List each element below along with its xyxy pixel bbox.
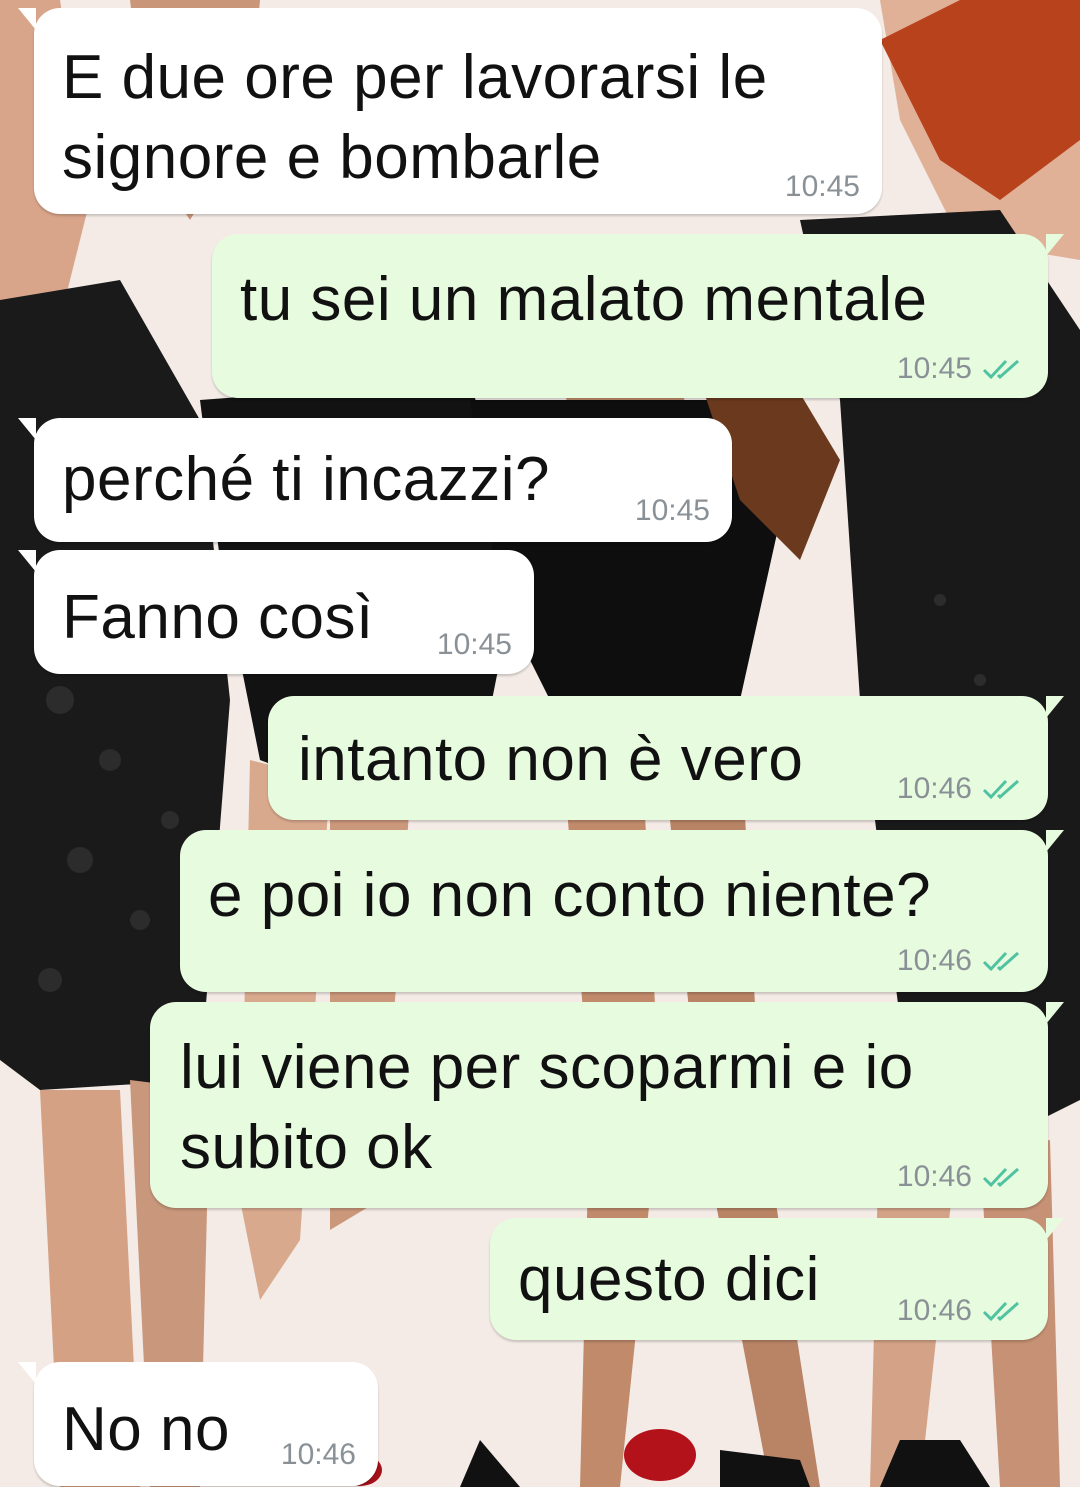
read-double-check-icon xyxy=(982,951,1019,972)
bubble-tail xyxy=(1046,234,1064,256)
message-meta: 10:46 xyxy=(281,1438,356,1472)
message-text: No no xyxy=(62,1395,230,1464)
message-time: 10:45 xyxy=(436,628,512,661)
message-text: tu sei un malato mentale xyxy=(240,265,928,334)
incoming-message[interactable]: No no 10:46 xyxy=(18,1362,378,1486)
message-text: lui viene per scoparmi e io subito ok xyxy=(180,1033,914,1182)
message-time: 10:46 xyxy=(280,1438,356,1471)
message-meta: 10:46 xyxy=(897,1160,1026,1194)
message-time: 10:45 xyxy=(784,170,860,203)
bubble-tail xyxy=(1046,696,1064,718)
message-time: 10:46 xyxy=(896,772,972,805)
outgoing-message[interactable]: e poi io non conto niente? 10:46 xyxy=(180,830,1064,992)
bubble-tail xyxy=(1046,1218,1064,1240)
outgoing-message[interactable]: intanto non è vero 10:46 xyxy=(268,696,1064,820)
message-text: questo dici xyxy=(518,1245,820,1314)
message-time: 10:45 xyxy=(896,352,972,385)
incoming-message[interactable]: Fanno così 10:45 xyxy=(18,550,534,674)
incoming-message[interactable]: perché ti incazzi? 10:45 xyxy=(18,418,732,542)
message-time: 10:46 xyxy=(896,1160,972,1193)
message-time: 10:46 xyxy=(896,1294,972,1327)
chat-thread[interactable]: E due ore per lavorarsi le signore e bom… xyxy=(0,0,1080,1487)
read-double-check-icon xyxy=(982,779,1019,800)
bubble-tail xyxy=(18,418,36,440)
message-text: E due ore per lavorarsi le signore e bom… xyxy=(62,43,768,192)
outgoing-message[interactable]: questo dici 10:46 xyxy=(490,1218,1064,1340)
bubble-tail xyxy=(18,550,36,572)
read-double-check-icon xyxy=(982,1301,1019,1322)
message-text: intanto non è vero xyxy=(298,725,804,794)
message-meta: 10:46 xyxy=(897,772,1026,806)
message-text: e poi io non conto niente? xyxy=(208,861,932,930)
message-time: 10:45 xyxy=(634,494,710,527)
bubble-tail xyxy=(1046,1002,1064,1024)
outgoing-message[interactable]: lui viene per scoparmi e io subito ok 10… xyxy=(150,1002,1064,1208)
message-meta: 10:45 xyxy=(785,170,860,204)
message-meta: 10:46 xyxy=(897,1294,1026,1328)
incoming-message[interactable]: E due ore per lavorarsi le signore e bom… xyxy=(18,8,882,214)
message-meta: 10:46 xyxy=(897,944,1026,978)
message-meta: 10:45 xyxy=(897,352,1026,386)
message-meta: 10:45 xyxy=(437,628,512,662)
message-text: perché ti incazzi? xyxy=(62,445,551,514)
bubble-tail xyxy=(18,8,36,30)
bubble-tail xyxy=(18,1362,36,1384)
read-double-check-icon xyxy=(982,1167,1019,1188)
read-double-check-icon xyxy=(982,359,1019,380)
outgoing-message[interactable]: tu sei un malato mentale 10:45 xyxy=(212,234,1064,398)
message-meta: 10:45 xyxy=(635,494,710,528)
message-time: 10:46 xyxy=(896,944,972,977)
message-text: Fanno così xyxy=(62,583,374,652)
bubble-tail xyxy=(1046,830,1064,852)
